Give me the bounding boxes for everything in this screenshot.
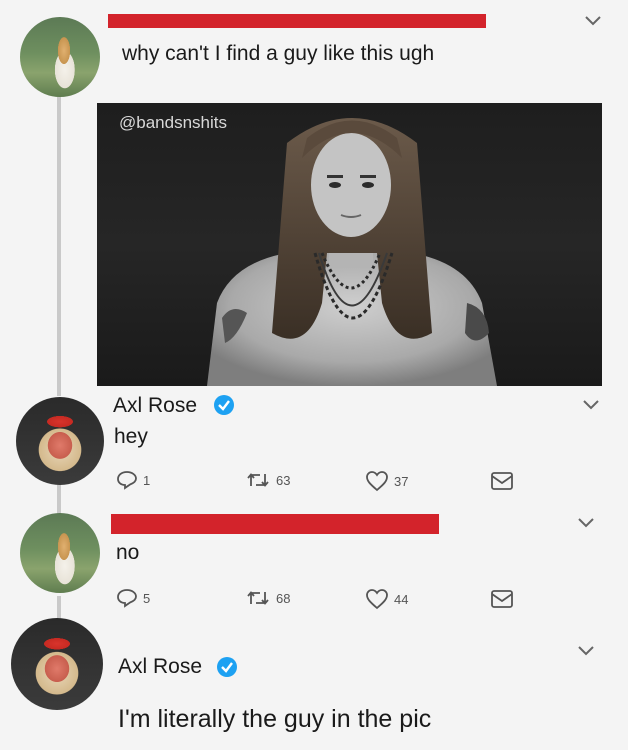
redacted-username [108, 14, 486, 28]
tweet-text: why can't I find a guy like this ugh [122, 42, 435, 65]
like-button[interactable]: 44 [365, 588, 408, 610]
chevron-down-icon[interactable] [580, 398, 602, 412]
reply-count: 1 [143, 472, 151, 488]
redacted-username [111, 514, 439, 534]
tweet-text: no [116, 541, 140, 564]
retweet-icon [247, 591, 269, 605]
reply-count: 5 [143, 590, 151, 606]
like-button[interactable]: 37 [365, 470, 408, 492]
avatar[interactable] [20, 17, 100, 97]
like-icon [366, 589, 388, 610]
verified-badge-icon [214, 395, 234, 415]
portrait-illustration [207, 118, 497, 386]
author-name[interactable]: Axl Rose [113, 394, 197, 418]
chevron-down-icon[interactable] [575, 516, 597, 530]
thread-line [57, 484, 61, 514]
avatar[interactable] [11, 618, 103, 710]
chevron-down-icon[interactable] [575, 644, 597, 658]
reply-icon [117, 589, 137, 608]
tweet-text: I'm literally the guy in the pic [118, 705, 432, 733]
retweet-button[interactable]: 63 [245, 470, 290, 490]
like-icon [366, 471, 388, 492]
chevron-down-icon[interactable] [582, 14, 604, 28]
avatar[interactable] [16, 397, 104, 485]
thread-line [57, 96, 61, 396]
like-count: 37 [394, 473, 409, 489]
author-name[interactable]: Axl Rose [118, 655, 202, 679]
image-watermark: @bandsnshits [119, 113, 227, 132]
reply-button[interactable]: 5 [116, 588, 150, 608]
avatar[interactable] [20, 513, 100, 593]
like-count: 44 [394, 591, 409, 607]
retweet-icon [247, 473, 269, 487]
retweet-count: 63 [276, 472, 291, 488]
reply-icon [117, 471, 137, 490]
reply-button[interactable]: 1 [116, 470, 150, 490]
tweet-photo[interactable]: @bandsnshits [97, 103, 602, 386]
retweet-count: 68 [276, 590, 291, 606]
thread-line [57, 596, 61, 620]
dm-icon[interactable] [490, 471, 514, 491]
verified-badge-icon [217, 657, 237, 677]
dm-icon[interactable] [490, 589, 514, 609]
tweet-text: hey [114, 425, 148, 448]
retweet-button[interactable]: 68 [245, 588, 290, 608]
